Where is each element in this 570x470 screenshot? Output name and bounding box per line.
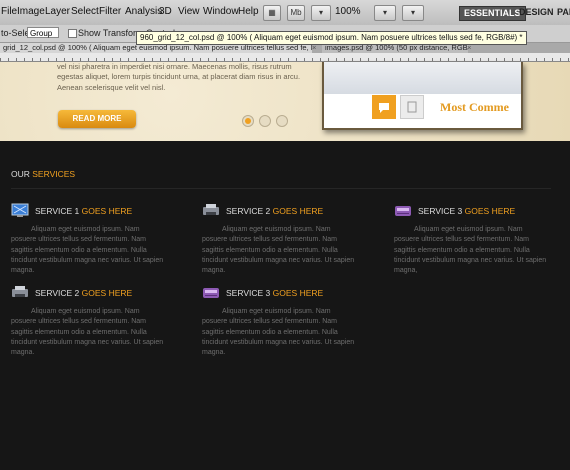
service-description: Aliquam eget euismod ipsum. Nam posuere … [11, 308, 164, 357]
monitor-icon [11, 203, 29, 217]
arrange-documents-icon[interactable]: ▾ [374, 5, 396, 21]
service-accent: GOES HERE [272, 288, 324, 298]
services-heading: OUR SERVICES [11, 169, 75, 179]
service-accent: GOES HERE [81, 206, 133, 216]
screen-mode-icon[interactable]: ▾ [402, 5, 424, 21]
comment-icon [372, 95, 396, 119]
drive-icon [203, 288, 219, 298]
slider-dot[interactable] [276, 115, 288, 127]
service-name: SERVICE 2 [226, 206, 271, 216]
slider-preview-image: Most Comme [322, 62, 523, 130]
slider-dot[interactable] [259, 115, 271, 127]
menu-layer[interactable]: Layer [45, 6, 70, 18]
menu-bar: File Image Layer Select Filter Analysis … [0, 0, 570, 26]
service-accent: GOES HERE [464, 206, 516, 216]
service-title: SERVICE 2 GOES HERE [35, 288, 132, 298]
service-title: SERVICE 3 GOES HERE [418, 206, 515, 216]
menu-analysis[interactable]: Analysis [125, 6, 162, 18]
service-name: SERVICE 3 [226, 288, 271, 298]
document-icon [400, 95, 424, 119]
menu-3d[interactable]: 3D [159, 6, 172, 18]
hero-text-line: Aenean scelerisque velit vel nisl. [57, 83, 166, 92]
service-name: SERVICE 3 [418, 206, 463, 216]
preview-header [324, 62, 521, 94]
zoom-level[interactable]: 100% [335, 6, 361, 17]
menu-help[interactable]: Help [238, 6, 259, 18]
service-name: SERVICE 2 [35, 288, 80, 298]
printer-icon [203, 204, 219, 215]
service-description: Aliquam eget euismod ipsum. Nam posuere … [202, 308, 355, 357]
service-accent: GOES HERE [272, 206, 324, 216]
workspace-design[interactable]: DESIGN [515, 6, 558, 19]
service-description: Aliquam eget euismod ipsum. Nam posuere … [11, 226, 164, 275]
menu-file[interactable]: File [1, 6, 17, 18]
printer-icon [12, 286, 28, 297]
slider-dot-active[interactable] [242, 115, 254, 127]
menu-image[interactable]: Image [17, 6, 45, 18]
service-description: Aliquam eget euismod ipsum. Nam posuere … [202, 226, 355, 275]
horizontal-ruler[interactable] [0, 53, 570, 62]
hero-text-line: vel nisi pharetra in imperdiet nisi orna… [57, 62, 292, 71]
service-accent: GOES HERE [81, 288, 133, 298]
service-title: SERVICE 2 GOES HERE [226, 206, 323, 216]
service-title: SERVICE 3 GOES HERE [226, 288, 323, 298]
menu-select[interactable]: Select [71, 6, 99, 18]
service-description: Aliquam eget euismod ipsum. Nam posuere … [394, 226, 547, 275]
most-commented-heading: Most Comme [440, 100, 509, 114]
hero-text-line: egestas aliquet, lorem turpis tincidunt … [57, 72, 301, 81]
show-transform-checkbox[interactable] [68, 29, 77, 38]
service-title: SERVICE 1 GOES HERE [35, 206, 132, 216]
section-divider [11, 188, 551, 189]
service-name: SERVICE 1 [35, 206, 80, 216]
menu-view[interactable]: View [178, 6, 200, 18]
menu-filter[interactable]: Filter [99, 6, 121, 18]
document-tooltip: 960_grid_12_col.psd @ 100% ( Aliquam ege… [136, 31, 527, 45]
menu-window[interactable]: Window [203, 6, 239, 18]
auto-select-dropdown[interactable]: Group [27, 27, 59, 38]
services-section: OUR SERVICES SERVICE 1 GOES HERE Aliquam… [0, 141, 570, 470]
drive-icon [395, 206, 411, 216]
services-heading-plain: OUR [11, 169, 33, 179]
view-extras-icon[interactable]: ▾ [311, 5, 331, 21]
services-heading-accent: SERVICES [32, 169, 76, 179]
bridge-icon[interactable]: ▦ [263, 5, 281, 21]
mini-bridge-icon[interactable]: Mb [287, 5, 305, 21]
read-more-button[interactable]: READ MORE [58, 110, 136, 128]
workspace-painting[interactable]: PAII [553, 6, 570, 19]
